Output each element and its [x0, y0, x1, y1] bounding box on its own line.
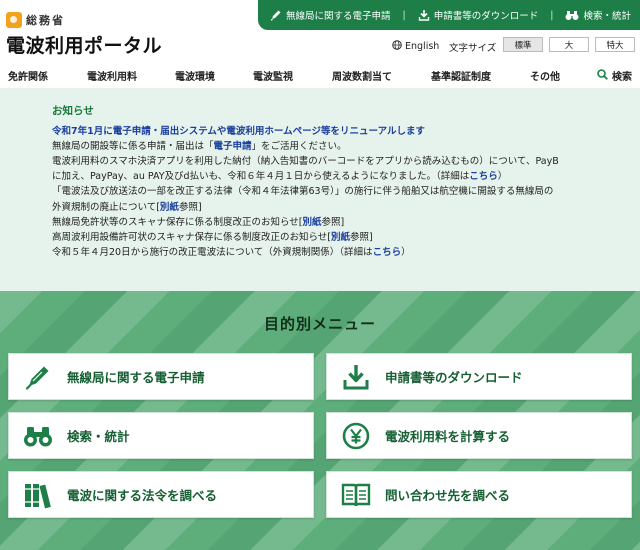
menu-card-download[interactable]: 申請書等のダウンロード — [326, 353, 632, 400]
menu-card-fee-calculator[interactable]: 電波利用料を計算する — [326, 412, 632, 459]
notice-item: 令和５年４月20日から施行の改正電波法について（外資規制関係）（詳細はこちら） — [52, 246, 411, 258]
language-label: English — [405, 41, 440, 52]
notice-lead-link[interactable]: 令和7年1月に電子申請・届出システムや電波利用ホームページ等をリニューアルします — [52, 126, 425, 137]
ministry-name: 総務省 — [26, 14, 65, 27]
e-application-link[interactable]: 電子申請 — [214, 141, 252, 152]
yen-icon — [341, 421, 371, 451]
purpose-menu-section: 目的別メニュー 無線局に関する電子申請 申請書等のダウンロード 検索・統計 電波… — [0, 291, 640, 550]
nav-search-label: 検索 — [612, 72, 632, 83]
language-switch[interactable]: English — [392, 40, 439, 53]
site-title: 電波利用ポータル — [6, 35, 163, 57]
menu-card-contacts[interactable]: 問い合わせ先を調べる — [326, 471, 632, 518]
download-icon — [341, 362, 371, 392]
text-size-large-button[interactable]: 大 — [549, 37, 589, 52]
notice-item: 電波利用料のスマホ決済アプリを利用した納付（納入告知書のバーコードをアプリから読… — [52, 156, 559, 168]
utility-link-search-stats[interactable]: 検索・統計 — [565, 8, 631, 22]
nav-item-environment[interactable]: 電波環境 — [175, 68, 215, 83]
utility-separator: | — [402, 9, 406, 21]
notice-item: 高周波利用設備許可状のスキャナ保存に係る制度改正のお知らせ[別紙参照] — [52, 231, 373, 243]
menu-card-label: 電波利用料を計算する — [385, 429, 511, 444]
text-size-label: 文字サイズ — [449, 43, 497, 54]
notice-item: 「電波法及び放送法の一部を改正する法律（令和４年法律第63号）」の施行に伴う船舶… — [52, 186, 554, 198]
search-icon — [597, 68, 608, 83]
pen-icon — [23, 362, 53, 392]
download-icon — [418, 9, 430, 21]
binoculars-icon — [23, 421, 53, 451]
nav-item-certification[interactable]: 基準認証制度 — [431, 68, 491, 83]
menu-card-laws[interactable]: 電波に関する法令を調べる — [8, 471, 314, 518]
details-link[interactable]: こちら — [469, 171, 498, 182]
nav-item-license[interactable]: 免許関係 — [8, 68, 48, 83]
notice-item: 無線局の開設等に係る申請・届出は「電子申請」をご活用ください。 — [52, 141, 347, 153]
attachment-link[interactable]: 別紙 — [303, 217, 322, 228]
utility-link-label: 検索・統計 — [583, 11, 631, 22]
menu-card-label: 申請書等のダウンロード — [385, 370, 523, 385]
ministry-emblem-icon — [6, 12, 22, 28]
utility-link-label: 無線局に関する電子申請 — [286, 11, 391, 22]
books-icon — [23, 480, 53, 510]
text-size-xlarge-button[interactable]: 特大 — [595, 37, 635, 52]
main-nav: 免許関係 電波利用料 電波環境 電波監視 周波数割当て 基準認証制度 その他 検… — [0, 62, 640, 88]
attachment-link[interactable]: 別紙 — [160, 202, 179, 213]
utility-link-label: 申請書等のダウンロード — [433, 11, 539, 22]
utility-bar: 無線局に関する電子申請 | 申請書等のダウンロード | 検索・統計 — [258, 0, 640, 30]
notice-item: に加え、PayPay、au PAY及びd払いも、令和６年４月１日から使えるように… — [52, 171, 508, 183]
menu-card-label: 検索・統計 — [67, 429, 130, 444]
menu-card-e-application[interactable]: 無線局に関する電子申請 — [8, 353, 314, 400]
attachment-link[interactable]: 別紙 — [331, 232, 350, 243]
open-book-icon — [341, 480, 371, 510]
notice-section: お知らせ 令和7年1月に電子申請・届出システムや電波利用ホームページ等をリニュー… — [0, 88, 640, 291]
utility-link-e-application[interactable]: 無線局に関する電子申請 — [270, 8, 391, 22]
nav-item-monitoring[interactable]: 電波監視 — [253, 68, 293, 83]
notice-title: お知らせ — [52, 105, 94, 117]
notice-item: 外資規制の廃止について[別紙参照] — [52, 201, 202, 213]
utility-separator: | — [550, 9, 554, 21]
details-link[interactable]: こちら — [373, 247, 402, 258]
pen-icon — [270, 9, 282, 21]
site-logo[interactable]: 総務省 電波利用ポータル — [6, 12, 162, 58]
nav-item-other[interactable]: その他 — [530, 68, 560, 83]
utility-link-download[interactable]: 申請書等のダウンロード — [418, 8, 539, 22]
nav-item-frequency-allocation[interactable]: 周波数割当て — [332, 68, 392, 83]
nav-item-usage-fee[interactable]: 電波利用料 — [87, 68, 137, 83]
menu-card-label: 問い合わせ先を調べる — [385, 488, 511, 503]
menu-card-label: 無線局に関する電子申請 — [67, 370, 205, 385]
nav-search[interactable]: 検索 — [597, 68, 632, 83]
notice-item: 令和7年1月に電子申請・届出システムや電波利用ホームページ等をリニューアルします — [52, 124, 640, 139]
purpose-menu-title: 目的別メニュー — [263, 315, 376, 333]
binoculars-icon — [565, 9, 579, 21]
menu-card-label: 電波に関する法令を調べる — [67, 488, 218, 503]
notice-item: 無線局免許状等のスキャナ保存に係る制度改正のお知らせ[別紙参照] — [52, 216, 345, 228]
menu-card-search-stats[interactable]: 検索・統計 — [8, 412, 314, 459]
text-size-standard-button[interactable]: 標準 — [503, 37, 543, 52]
globe-icon — [392, 40, 402, 53]
